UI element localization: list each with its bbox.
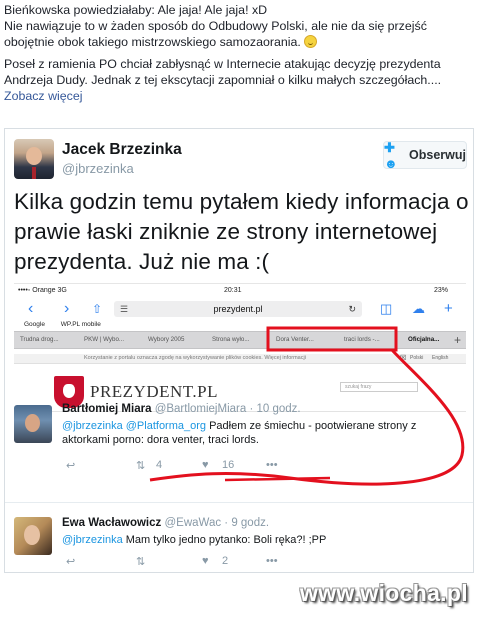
post-line-2: Nie nawiązuje to w żaden sposób do Odbud… (4, 18, 480, 50)
bookmarks-icon: ◫ (380, 301, 393, 316)
site-name: PREZYDENT.PL (90, 382, 218, 401)
post-line-1: Bieńkowska powiedziałaby: Ale jaja! Ale … (4, 3, 268, 17)
url-bar: ☰ prezydent.pl ↻ (114, 301, 362, 317)
post-line-2-text: Nie nawiązuje to w żaden sposób do Odbud… (4, 19, 427, 49)
close-icon: ☒ (400, 355, 407, 362)
like-count: 16 (222, 459, 235, 471)
bookmark-item: Google (24, 321, 45, 328)
reply-name: Ewa Wacławowicz (62, 517, 162, 529)
tweet-text: Kilka godzin temu pytałem kiedy informac… (14, 189, 469, 274)
like-icon[interactable]: ♥ (202, 555, 209, 567)
post-paragraph-2-text: Poseł z ramienia PO chciał zabłysnąć w I… (4, 57, 442, 87)
reply-avatar[interactable] (14, 405, 52, 443)
reply-author[interactable]: Bartłomiej Miara @BartlomiejMiara · 10 g… (62, 403, 301, 415)
cookie-bar: Korzystanie z portalu oznacza zgodę na w… (14, 354, 466, 364)
browser-tab: Strona wyło... (212, 336, 250, 343)
post-text: Bieńkowska powiedziałaby: Ale jaja! Ale … (4, 2, 480, 104)
cloud-icon: ☁ (412, 301, 425, 316)
watermark: www.wiocha.pl (300, 580, 468, 606)
reload-icon: ↻ (348, 304, 356, 314)
browser-tab: Dora Venter... (276, 336, 314, 343)
author-name[interactable]: Jacek Brzezinka (62, 141, 182, 159)
status-time: 20:31 (224, 287, 242, 294)
retweet-icon[interactable]: ⇅ (136, 459, 145, 472)
post-paragraph-2: Poseł z ramienia PO chciał zabłysnąć w I… (4, 56, 480, 104)
reply-handle: @BartlomiejMiara · 10 godz. (154, 403, 301, 415)
tab-plus-icon: + (454, 333, 462, 347)
browser-tab: traci lords -... (344, 336, 380, 343)
like-icon[interactable]: ♥ (202, 459, 209, 471)
battery-label: 23% (434, 287, 449, 294)
retweet-icon[interactable]: ⇅ (136, 555, 145, 568)
like-count: 2 (222, 555, 229, 567)
browser-tab: Wybory 2005 (148, 336, 185, 343)
browser-tab: PKW | Wybo... (84, 336, 125, 343)
divider (5, 502, 473, 503)
bookmarks-bar: Google WP.PL mobile (24, 321, 115, 328)
reader-icon: ☰ (120, 304, 129, 314)
tweet-screenshot[interactable]: ••••◦ Orange 3G 20:31 23% ‹ › ⇧ ☰ prezyd… (14, 283, 466, 551)
reply-text: @jbrzezinka Mam tylko jedno pytanko: Bol… (62, 533, 462, 547)
back-icon: ‹ (28, 300, 34, 317)
see-more-link[interactable]: Zobacz więcej (4, 89, 83, 103)
reply-author[interactable]: Ewa Wacławowicz @EwaWac · 9 godz. (62, 517, 269, 529)
follow-button[interactable]: ✚☻ Obserwuj (383, 139, 467, 171)
url-text: prezydent.pl (213, 304, 263, 314)
carrier-label: ••••◦ Orange 3G (18, 287, 67, 294)
reply-name: Bartłomiej Miara (62, 403, 152, 415)
lang-polish: Polski (410, 355, 424, 361)
avatar-face (26, 147, 42, 165)
reply-text-a: Mam tylko jedno pytanko: Boli ręka?! ;PP (122, 534, 327, 546)
new-tab-icon: + (444, 300, 453, 317)
mention-link[interactable]: @jbrzezinka (62, 420, 123, 432)
author-handle[interactable]: @jbrzezinka (62, 161, 134, 176)
bookmark-item: WP.PL mobile (60, 321, 101, 328)
reply-text: @jbrzezinka @Platforma_org Padłem ze śmi… (62, 419, 462, 447)
smile-emoji-icon (304, 35, 318, 48)
mention-link[interactable]: @Platforma_org (126, 420, 206, 432)
add-user-icon: ✚☻ (384, 139, 398, 171)
browser-tab: Trudna drog... (20, 336, 59, 343)
more-icon[interactable]: ••• (266, 459, 278, 471)
browser-tab-active: Oficjalna... (408, 336, 440, 343)
follow-button-label: Obserwuj (409, 148, 466, 162)
tweet-card: Jacek Brzezinka @jbrzezinka ✚☻ Obserwuj … (4, 128, 474, 573)
lang-english: English (432, 355, 449, 361)
mention-link[interactable]: @jbrzezinka (62, 534, 123, 546)
share-icon: ⇧ (92, 302, 103, 316)
reply-icon[interactable]: ↩ (66, 459, 75, 472)
reply-text-b: dora venter, traci lords. (146, 434, 259, 446)
browser-toolbar: ‹ › ⇧ ☰ prezydent.pl ↻ ◫ ☁ + (14, 298, 466, 320)
author-avatar[interactable] (14, 139, 54, 179)
ios-status-bar: ••••◦ Orange 3G 20:31 23% (14, 284, 466, 298)
reply-icon[interactable]: ↩ (66, 555, 75, 568)
reply-handle: @EwaWac · 9 godz. (164, 517, 270, 529)
site-search: szukaj frazy (340, 382, 418, 392)
browser-tabs: Trudna drog... PKW | Wybo... Wybory 2005… (14, 331, 466, 349)
avatar-tie (32, 167, 36, 179)
forward-icon: › (64, 300, 70, 317)
reply-avatar[interactable] (14, 517, 52, 555)
more-icon[interactable]: ••• (266, 555, 278, 567)
cookie-text: Korzystanie z portalu oznacza zgodę na w… (84, 355, 306, 361)
retweet-count: 4 (156, 459, 163, 471)
